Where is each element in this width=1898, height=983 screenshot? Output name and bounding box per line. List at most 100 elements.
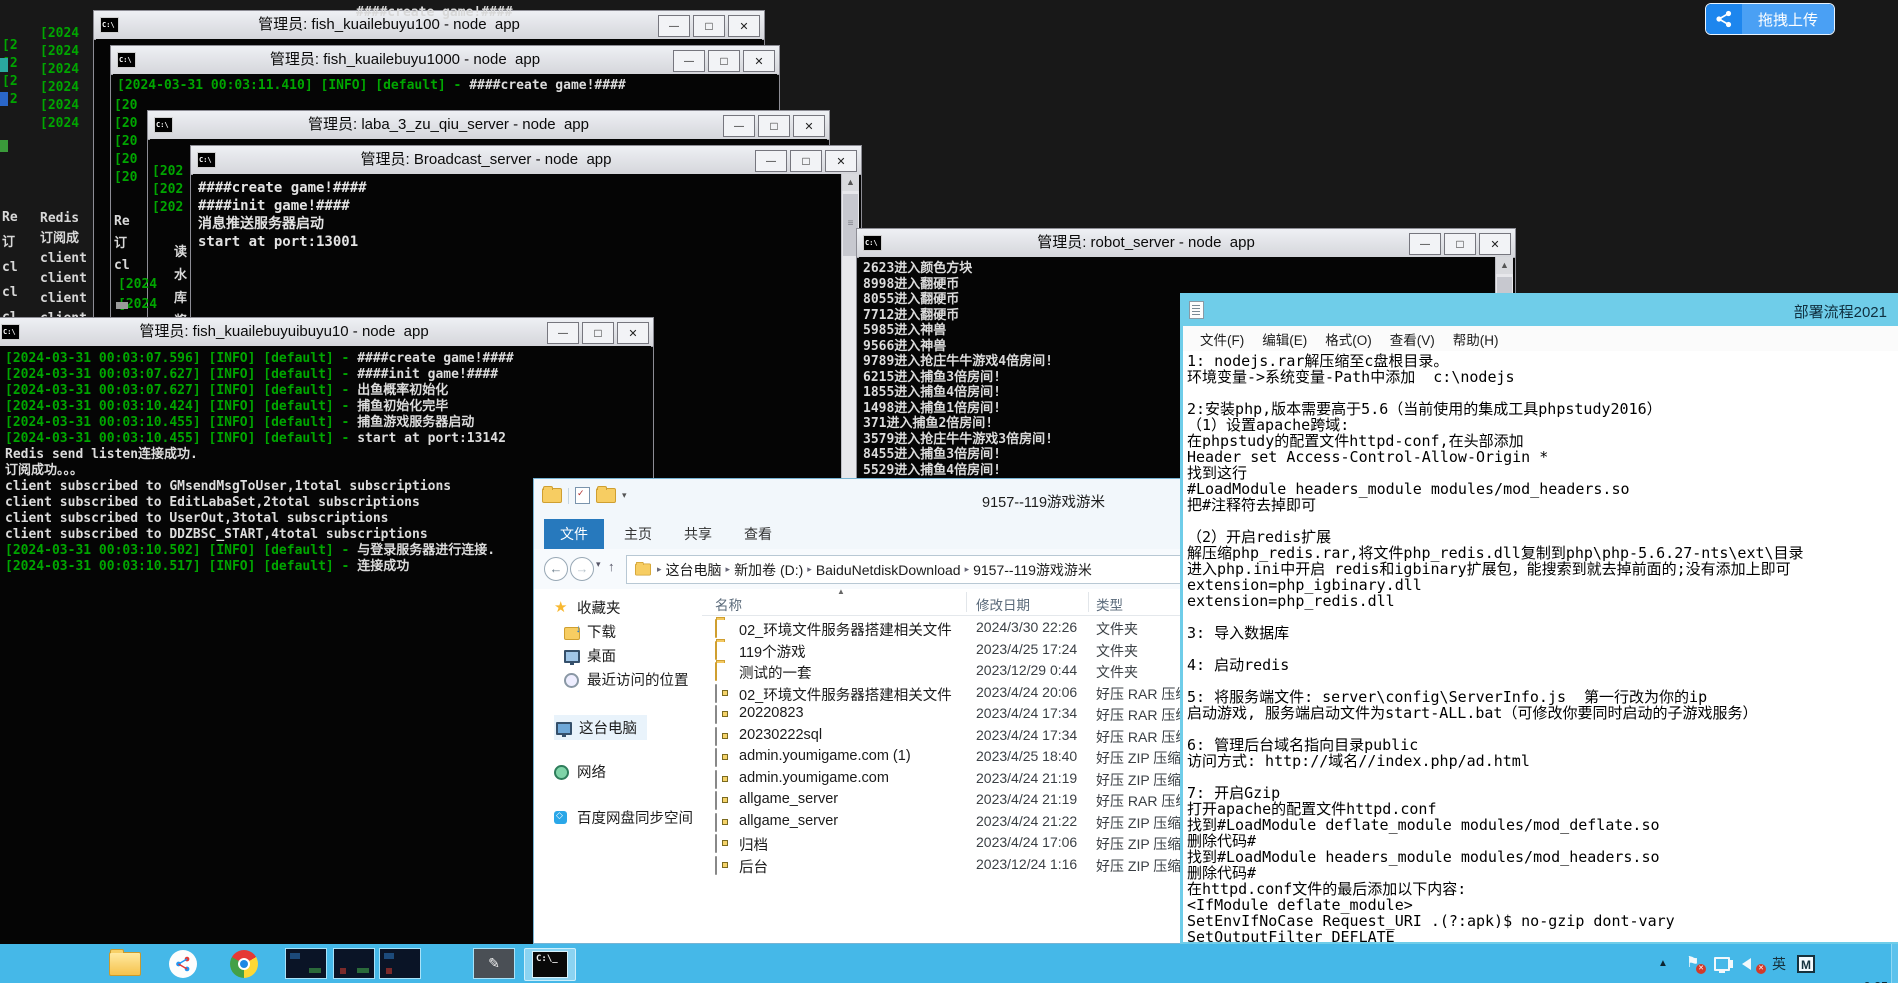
breadcrumb-this-pc[interactable]: 这台电脑	[666, 560, 722, 580]
notepad-titlebar[interactable]: 部署流程2021	[1183, 296, 1898, 326]
recent-locations-icon[interactable]: ▾	[596, 559, 601, 570]
menu-edit[interactable]: 编辑(E)	[1253, 329, 1316, 349]
menu-file[interactable]: 文件(F)	[1191, 329, 1253, 349]
file-date: 2023/4/24 21:22	[976, 813, 1077, 829]
tab-view[interactable]: 查看	[728, 519, 788, 549]
file-row[interactable]: 02_环境文件服务器搭建相关文件2024/3/30 22:26文件夹	[702, 617, 1237, 639]
app-thumbnail-icon	[285, 948, 327, 979]
maximize-button[interactable]	[708, 50, 740, 72]
column-date[interactable]: 修改日期	[976, 594, 1030, 614]
new-folder-icon[interactable]	[596, 488, 616, 503]
file-row[interactable]: allgame_server2023/4/24 21:19好压 RAR 压缩文件	[702, 789, 1237, 811]
breadcrumb-baidu-download[interactable]: BaiduNetdiskDownload	[816, 562, 961, 578]
file-row[interactable]: 02_环境文件服务器搭建相关文件2023/4/24 20:06好压 RAR 压缩…	[702, 682, 1237, 704]
log-message: client subscribed to DDZBSC_START,4total…	[5, 527, 428, 542]
chevron-down-icon[interactable]: ▾	[622, 490, 627, 501]
file-row[interactable]: 归档2023/4/24 17:06好压 ZIP 压缩文件	[702, 832, 1237, 854]
cmd-icon: C:\	[100, 17, 119, 33]
taskbar-file-explorer[interactable]	[103, 948, 147, 979]
file-row[interactable]: 后台2023/12/24 1:16好压 ZIP 压缩文件	[702, 854, 1237, 876]
close-button[interactable]	[617, 322, 649, 344]
tray-action-center[interactable]: ✕	[1686, 944, 1702, 983]
sidebar-item-this-pc[interactable]: 这台电脑	[554, 715, 647, 740]
sort-ascending-icon[interactable]: ▲	[837, 587, 845, 596]
notepad-text-area[interactable]: 1: nodejs.rar解压缩至c盘根目录。 环境变量->系统变量-Path中…	[1183, 351, 1898, 942]
minimize-button[interactable]	[547, 322, 579, 344]
show-desktop-button[interactable]	[1891, 944, 1898, 983]
column-type[interactable]: 类型	[1096, 594, 1123, 614]
close-button[interactable]	[1479, 233, 1511, 255]
taskbar-app-window-2[interactable]	[332, 948, 376, 979]
sidebar-item-downloads[interactable]: 下载	[564, 621, 616, 642]
properties-icon[interactable]	[575, 487, 590, 504]
taskbar-baidu-netdisk[interactable]	[161, 948, 205, 979]
minimize-button[interactable]	[673, 50, 705, 72]
maximize-button[interactable]	[582, 322, 614, 344]
window-title: 管理员: laba_3_zu_qiu_server - node app	[178, 111, 719, 139]
file-row[interactable]: 测试的一套2023/12/29 0:44文件夹	[702, 660, 1237, 682]
column-name[interactable]: 名称	[715, 594, 742, 614]
console-cursor	[116, 302, 128, 309]
close-button[interactable]	[825, 150, 857, 172]
tab-share[interactable]: 共享	[668, 519, 728, 549]
minimize-button[interactable]	[755, 150, 787, 172]
folder-icon[interactable]	[542, 488, 562, 503]
baidu-netdisk-icon	[169, 950, 197, 978]
titlebar-fish10[interactable]: C:\ 管理员: fish_kuailebuyuibuyu10 - node a…	[0, 318, 653, 347]
scroll-up-icon[interactable]: ▲	[842, 174, 859, 191]
menu-format[interactable]: 格式(O)	[1316, 329, 1381, 349]
archive-icon	[715, 813, 717, 832]
up-icon[interactable]: ↑	[608, 559, 615, 574]
maximize-button[interactable]	[1444, 233, 1476, 255]
sidebar-item-network[interactable]: 网络	[554, 761, 606, 782]
file-name: 119个游戏	[739, 641, 806, 662]
breadcrumb[interactable]: ▸ 这台电脑 ▸ 新加卷 (D:) ▸ BaiduNetdiskDownload…	[626, 555, 1231, 584]
breadcrumb-current-folder[interactable]: 9157--119游戏游米	[973, 560, 1092, 580]
titlebar-broadcast[interactable]: C:\ 管理员: Broadcast_server - node app	[191, 146, 861, 175]
minimize-button[interactable]	[1409, 233, 1441, 255]
taskbar-app-window-1[interactable]	[284, 948, 328, 979]
file-row[interactable]: 20230222sql2023/4/24 17:34好压 RAR 压缩文件	[702, 725, 1237, 747]
taskbar-app-window-3[interactable]	[378, 948, 422, 979]
close-button[interactable]	[743, 50, 775, 72]
forward-icon[interactable]: →	[570, 557, 594, 581]
minimize-button[interactable]	[658, 15, 690, 37]
maximize-button[interactable]	[790, 150, 822, 172]
close-button[interactable]	[728, 15, 760, 37]
tray-volume[interactable]: ✕	[1742, 944, 1758, 983]
breadcrumb-drive-d[interactable]: 新加卷 (D:)	[734, 560, 803, 580]
titlebar-laba[interactable]: C:\ 管理员: laba_3_zu_qiu_server - node app	[148, 111, 829, 140]
file-row[interactable]: 202208232023/4/24 17:34好压 RAR 压缩文件	[702, 703, 1237, 725]
menu-help[interactable]: 帮助(H)	[1444, 329, 1508, 349]
tab-file[interactable]: 文件	[544, 519, 604, 549]
tray-sogou[interactable]: M	[1797, 944, 1815, 983]
maximize-button[interactable]	[758, 115, 790, 137]
taskbar-chrome[interactable]	[222, 948, 266, 979]
scroll-up-icon[interactable]: ▲	[1496, 257, 1513, 274]
file-row[interactable]: allgame_server2023/4/24 21:22好压 ZIP 压缩文件	[702, 811, 1237, 833]
maximize-button[interactable]	[693, 15, 725, 37]
taskbar-editor-app[interactable]: ✎	[472, 948, 516, 979]
menu-view[interactable]: 查看(V)	[1381, 329, 1444, 349]
titlebar-robot[interactable]: C:\ 管理员: robot_server - node app	[857, 229, 1515, 258]
file-row[interactable]: admin.youmigame.com (1)2023/4/25 18:40好压…	[702, 746, 1237, 768]
taskbar-clock[interactable]: 0:35 2024/3/31	[1832, 947, 1888, 983]
sidebar-item-desktop[interactable]: 桌面	[564, 645, 616, 666]
tray-ime[interactable]: 英	[1772, 944, 1786, 983]
titlebar-fish1000[interactable]: C:\ 管理员: fish_kuailebuyu1000 - node app	[111, 46, 779, 75]
tray-network[interactable]	[1714, 944, 1730, 983]
file-row[interactable]: admin.youmigame.com2023/4/24 21:19好压 ZIP…	[702, 768, 1237, 790]
sidebar-item-baidu-sync[interactable]: 百度网盘同步空间	[554, 807, 693, 828]
baidu-netdisk-icon	[554, 811, 567, 824]
tray-expand[interactable]: ▲	[1658, 944, 1668, 983]
taskbar-cmd-active[interactable]: C:\_	[524, 948, 576, 981]
back-icon[interactable]: ←	[544, 557, 568, 581]
tab-home[interactable]: 主页	[608, 519, 668, 549]
minimize-button[interactable]	[723, 115, 755, 137]
drag-upload-button[interactable]: 拖拽上传	[1705, 3, 1835, 35]
sidebar-item-favorites[interactable]: ★ 收藏夹	[554, 597, 621, 618]
sidebar-item-recent-places[interactable]: 最近访问的位置	[564, 669, 689, 690]
close-button[interactable]	[793, 115, 825, 137]
explorer-titlebar[interactable]: ▾ 9157--119游戏游米	[534, 479, 1237, 521]
file-row[interactable]: 119个游戏2023/4/25 17:24文件夹	[702, 639, 1237, 661]
